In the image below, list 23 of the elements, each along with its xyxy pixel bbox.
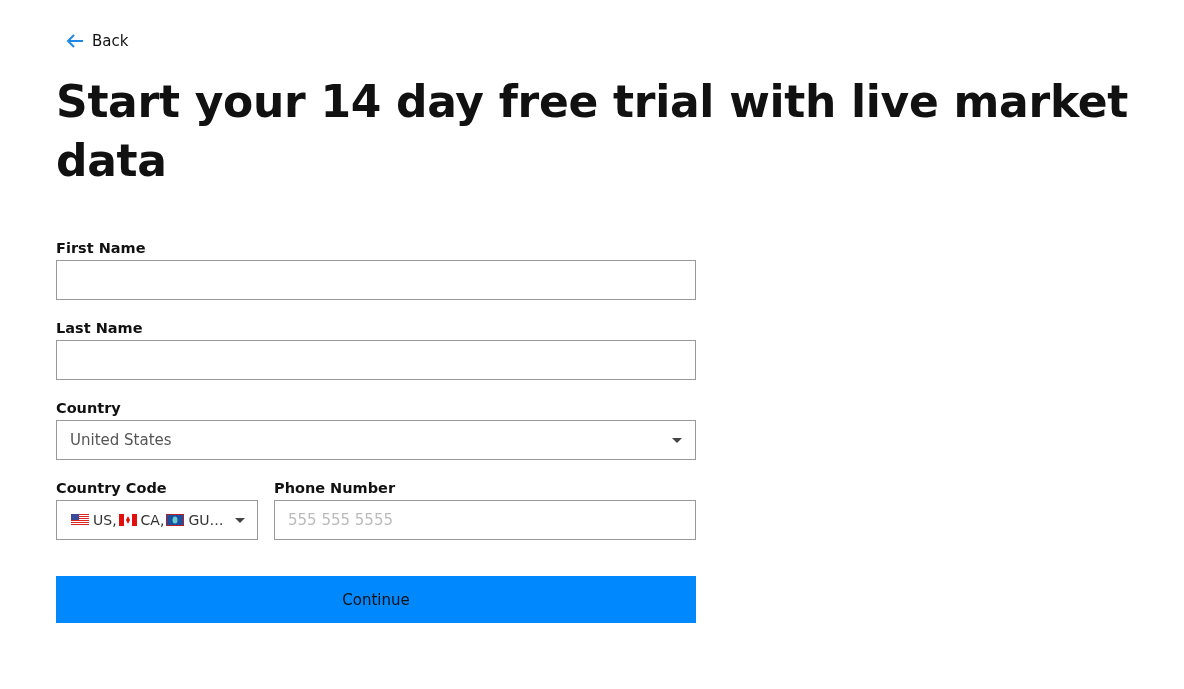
dropdown-caret-icon (235, 517, 245, 523)
flag-icon (118, 514, 137, 526)
back-link[interactable]: Back (56, 30, 139, 52)
country-code: GU… (188, 512, 224, 528)
dropdown-caret-icon (672, 437, 682, 443)
field-label: Phone Number (274, 480, 397, 496)
arrow-left-icon (66, 34, 84, 48)
flag-icon (71, 514, 89, 526)
field-label: Country Code (56, 480, 168, 496)
field-label: Last Name (56, 320, 144, 336)
country-select[interactable]: United States (56, 420, 696, 460)
input-field[interactable] (56, 260, 696, 300)
field-label: Country (56, 400, 122, 416)
input-field[interactable] (56, 340, 696, 380)
continue-button[interactable]: Continue (56, 576, 696, 623)
country-code: CA, (140, 512, 165, 528)
select-value: United States (70, 431, 172, 449)
country-code-select[interactable]: US, CA, GU… (56, 500, 258, 540)
page-heading: Start your 14 day free trial with live market data (56, 75, 1128, 188)
phone-input[interactable]: 555 555 5555 (274, 500, 696, 540)
country-code: US, (93, 512, 117, 528)
field-label: First Name (56, 240, 147, 256)
flag-icon (166, 514, 185, 526)
